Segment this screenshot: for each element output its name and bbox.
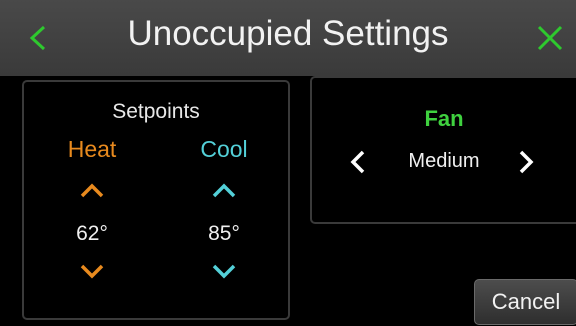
header-bar: Unoccupied Settings bbox=[0, 0, 576, 76]
fan-label: Fan bbox=[424, 106, 464, 131]
setpoints-panel: Setpoints Heat Cool 62° 85° bbox=[22, 80, 290, 320]
cool-increase-icon[interactable] bbox=[210, 180, 238, 200]
close-icon[interactable] bbox=[534, 22, 566, 54]
cancel-button[interactable]: Cancel bbox=[474, 279, 576, 325]
heat-label: Heat bbox=[67, 136, 117, 162]
heat-decrease-icon[interactable] bbox=[78, 262, 106, 282]
setpoints-title: Setpoints bbox=[112, 100, 200, 123]
page-title: Unoccupied Settings bbox=[127, 14, 449, 53]
cool-decrease-icon[interactable] bbox=[210, 262, 238, 282]
cool-setpoint-value: 85° bbox=[208, 222, 240, 245]
cool-label: Cool bbox=[200, 136, 248, 162]
heat-setpoint-value: 62° bbox=[76, 222, 108, 245]
fan-mode-value: Medium bbox=[408, 150, 480, 172]
fan-next-chevron-icon[interactable] bbox=[516, 148, 536, 176]
heat-increase-icon[interactable] bbox=[78, 180, 106, 200]
fan-panel: Fan Medium bbox=[310, 76, 576, 224]
